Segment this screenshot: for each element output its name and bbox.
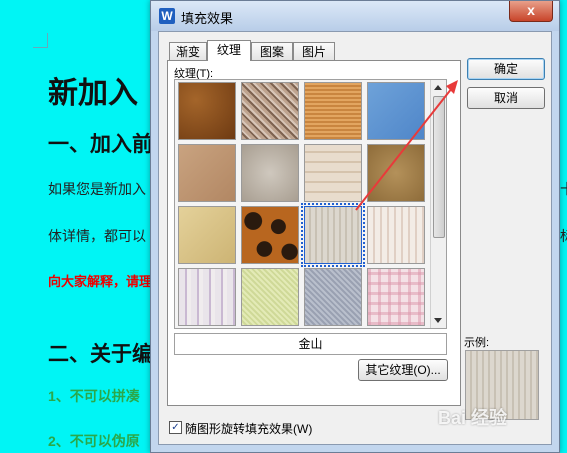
doc-heading: 新加入​ [48, 77, 138, 110]
texture-tab-panel: 纹理(T): 金山 其它纹理(O)... [167, 60, 461, 406]
rotate-with-shape-checkbox[interactable]: ✓ [169, 421, 182, 434]
ok-button[interactable]: 确定 [467, 58, 545, 80]
doc-right-char-2: 标 [560, 226, 567, 246]
fill-effects-dialog: W 填充效果 x 渐变 纹理 图案 图片 纹理(T): 金山 其它纹理(O)..… [150, 0, 560, 453]
doc-red-line: 向大家解释，请理 [48, 274, 153, 289]
texture-swatch-light-brown-paper[interactable] [178, 144, 236, 202]
dialog-title: 填充效果 [181, 11, 234, 26]
texture-swatch-burlap[interactable] [304, 82, 362, 140]
texture-swatch-blue-tissue[interactable] [367, 82, 425, 140]
texture-swatch-brown-leather[interactable] [178, 82, 236, 140]
texture-swatch-white-stripes[interactable] [367, 206, 425, 264]
close-button[interactable]: x [509, 1, 553, 22]
doc-paragraph-1: 如果您是新加入 [48, 181, 146, 197]
doc-green-line-2: 2、不可以伪原 [48, 433, 140, 449]
other-texture-button[interactable]: 其它纹理(O)... [358, 359, 448, 381]
rotate-with-shape-label[interactable]: 随图形旋转填充效果(W) [185, 420, 312, 437]
baidu-watermark: Bai 经验 [438, 408, 508, 428]
dialog-titlebar[interactable]: W 填充效果 x [151, 1, 559, 31]
texture-swatch-pink-plaid[interactable] [367, 268, 425, 326]
tab-texture[interactable]: 纹理 [207, 40, 251, 61]
texture-swatch-newsprint-letters[interactable] [301, 203, 365, 267]
scroll-thumb[interactable] [433, 96, 445, 238]
wps-writer-icon: W [159, 8, 175, 24]
scroll-up-arrow-icon[interactable] [434, 85, 442, 90]
texture-swatch-parchment[interactable] [304, 144, 362, 202]
texture-swatch-leopard[interactable] [241, 206, 299, 264]
texture-swatch-green-cloth[interactable] [241, 268, 299, 326]
texture-swatch-denim[interactable] [304, 268, 362, 326]
doc-paragraph-2: 体详情，都可以 [48, 228, 146, 244]
texture-swatch-papyrus[interactable] [178, 206, 236, 264]
doc-subheading-1: 一、加入前 [48, 133, 153, 156]
doc-green-line-1: 1、不可以拼凑 [48, 388, 140, 404]
dialog-client-area: 渐变 纹理 图案 图片 纹理(T): 金山 其它纹理(O)... 确定 取消 示… [158, 31, 552, 445]
texture-gallery [174, 79, 447, 329]
texture-name-field: 金山 [174, 333, 447, 355]
tab-gradient[interactable]: 渐变 [169, 42, 207, 60]
doc-subheading-2: 二、关于编 [48, 343, 153, 366]
tab-pattern[interactable]: 图案 [251, 42, 293, 60]
cancel-button[interactable]: 取消 [467, 87, 545, 109]
page-corner-mark [33, 33, 48, 48]
texture-swatch-woven-mat[interactable] [241, 82, 299, 140]
tab-picture[interactable]: 图片 [293, 42, 335, 60]
texture-swatch-granite[interactable] [241, 144, 299, 202]
sample-label: 示例: [464, 337, 490, 349]
doc-right-char-1: 十 [560, 179, 567, 199]
gallery-scrollbar[interactable] [430, 80, 446, 328]
scroll-down-arrow-icon[interactable] [434, 318, 442, 323]
texture-swatch-striped-fabric[interactable] [178, 268, 236, 326]
texture-swatch-cork[interactable] [367, 144, 425, 202]
